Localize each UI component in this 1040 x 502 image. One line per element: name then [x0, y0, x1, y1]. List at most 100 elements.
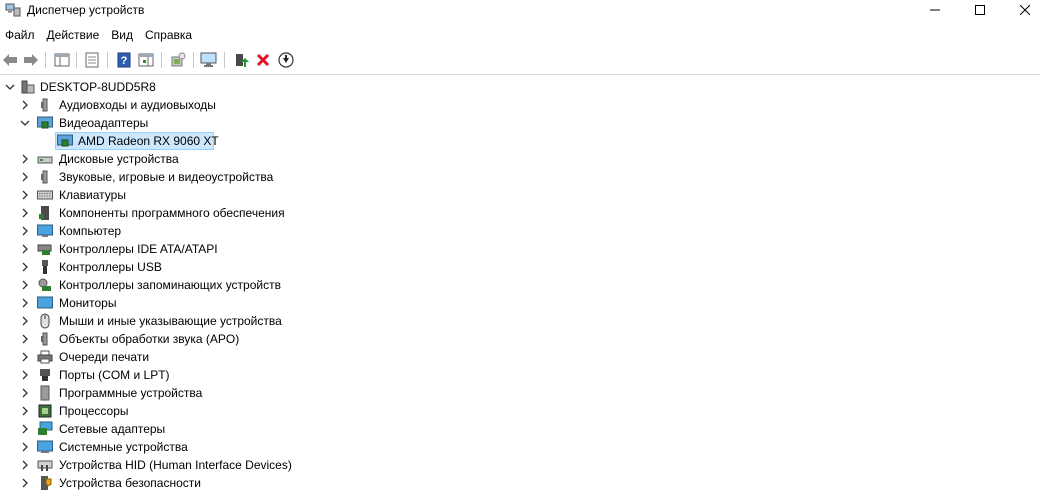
chevron-right-icon[interactable]: [19, 189, 31, 201]
category-label: Сетевые адаптеры: [59, 422, 166, 436]
menu-help[interactable]: Справка: [139, 25, 198, 45]
category-label: Очереди печати: [59, 350, 150, 364]
chevron-right-icon[interactable]: [19, 153, 31, 165]
toolbar-separator: [45, 52, 46, 68]
toolbar-divider: [0, 74, 1040, 75]
back-icon[interactable]: [0, 50, 20, 70]
minimize-button[interactable]: [912, 0, 958, 20]
menu-view[interactable]: Вид: [105, 25, 139, 45]
window-title: Диспетчер устройств: [27, 3, 145, 17]
processor-icon: [37, 403, 53, 419]
chevron-down-icon[interactable]: [19, 117, 31, 129]
tree-category[interactable]: Очереди печати: [0, 348, 400, 366]
scan-hardware-icon[interactable]: [199, 50, 219, 70]
menu-action[interactable]: Действие: [41, 25, 106, 45]
list-view-icon[interactable]: [82, 50, 102, 70]
chevron-right-icon[interactable]: [19, 423, 31, 435]
tree-root[interactable]: DESKTOP-8UDD5R8: [0, 78, 400, 96]
storage-controller-icon: [37, 277, 53, 293]
chevron-right-icon[interactable]: [19, 171, 31, 183]
chevron-right-icon[interactable]: [19, 405, 31, 417]
category-label: Мониторы: [59, 296, 117, 310]
toolbar: ?: [0, 48, 1040, 72]
disable-device-icon[interactable]: [276, 50, 296, 70]
chevron-right-icon[interactable]: [19, 279, 31, 291]
chevron-right-icon[interactable]: [19, 315, 31, 327]
category-label: Устройства HID (Human Interface Devices): [59, 458, 292, 472]
action-pane-icon[interactable]: [136, 50, 156, 70]
toolbar-separator: [193, 52, 194, 68]
category-label: Клавиатуры: [59, 188, 126, 202]
help-icon[interactable]: ?: [114, 50, 134, 70]
usb-icon: [37, 259, 53, 275]
network-adapter-icon: [37, 421, 53, 437]
chevron-down-icon[interactable]: [4, 81, 16, 93]
tree-category[interactable]: Системные устройства: [0, 438, 400, 456]
software-component-icon: [37, 205, 53, 221]
ide-controller-icon: [37, 241, 53, 257]
tree-category[interactable]: Контроллеры IDE ATA/ATAPI: [0, 240, 400, 258]
category-label: Системные устройства: [59, 440, 188, 454]
chevron-right-icon[interactable]: [19, 207, 31, 219]
enable-device-icon[interactable]: [231, 50, 251, 70]
menu-file[interactable]: Файл: [0, 25, 41, 45]
tree-category[interactable]: Звуковые, игровые и видеоустройства: [0, 168, 400, 186]
tree-category[interactable]: Видеоадаптеры: [0, 114, 400, 132]
properties-pane-icon[interactable]: [52, 50, 72, 70]
tree-device[interactable]: AMD Radeon RX 9060 XT: [0, 132, 400, 150]
chevron-right-icon[interactable]: [19, 387, 31, 399]
chevron-right-icon[interactable]: [19, 297, 31, 309]
chevron-right-icon[interactable]: [19, 369, 31, 381]
tree-category[interactable]: Компьютер: [0, 222, 400, 240]
chevron-right-icon[interactable]: [19, 99, 31, 111]
hid-icon: [37, 457, 53, 473]
port-icon: [37, 367, 53, 383]
category-label: Дисковые устройства: [59, 152, 179, 166]
printer-icon: [37, 349, 53, 365]
tree-category[interactable]: Компоненты программного обеспечения: [0, 204, 400, 222]
tree-category[interactable]: Клавиатуры: [0, 186, 400, 204]
toolbar-separator: [161, 52, 162, 68]
category-label: Процессоры: [59, 404, 129, 418]
category-label: Порты (COM и LPT): [59, 368, 170, 382]
category-label: Контроллеры IDE ATA/ATAPI: [59, 242, 218, 256]
tree-category[interactable]: Аудиовходы и аудиовыходы: [0, 96, 400, 114]
chevron-right-icon[interactable]: [19, 333, 31, 345]
maximize-button[interactable]: [957, 0, 1003, 20]
tree-category[interactable]: Мыши и иные указывающие устройства: [0, 312, 400, 330]
tree-category[interactable]: Порты (COM и LPT): [0, 366, 400, 384]
tree-category[interactable]: Дисковые устройства: [0, 150, 400, 168]
close-button[interactable]: [1002, 0, 1040, 20]
tree-category[interactable]: Устройства безопасности: [0, 474, 400, 492]
update-driver-icon[interactable]: [168, 50, 188, 70]
computer-tower-icon: [19, 79, 35, 95]
toolbar-separator: [76, 52, 77, 68]
tree-category[interactable]: Процессоры: [0, 402, 400, 420]
tree-category[interactable]: Программные устройства: [0, 384, 400, 402]
category-label: Программные устройства: [59, 386, 203, 400]
system-device-icon: [37, 439, 53, 455]
chevron-right-icon[interactable]: [19, 477, 31, 489]
chevron-right-icon[interactable]: [19, 261, 31, 273]
chevron-right-icon[interactable]: [19, 243, 31, 255]
chevron-right-icon[interactable]: [19, 459, 31, 471]
tree-category[interactable]: Сетевые адаптеры: [0, 420, 400, 438]
category-label: Устройства безопасности: [59, 476, 201, 490]
speaker-icon: [37, 169, 53, 185]
forward-icon[interactable]: [21, 50, 41, 70]
disk-drive-icon: [37, 151, 53, 167]
tree-category[interactable]: Объекты обработки звука (APO): [0, 330, 400, 348]
tree-category[interactable]: Контроллеры запоминающих устройств: [0, 276, 400, 294]
mouse-icon: [37, 313, 53, 329]
tree-category[interactable]: Мониторы: [0, 294, 400, 312]
tree-category[interactable]: Контроллеры USB: [0, 258, 400, 276]
device-manager-window: Диспетчер устройств Файл Действие Вид Сп…: [0, 0, 1040, 502]
chevron-right-icon[interactable]: [19, 225, 31, 237]
category-label: Компоненты программного обеспечения: [59, 206, 285, 220]
svg-text:?: ?: [121, 55, 128, 67]
uninstall-device-icon[interactable]: [253, 50, 273, 70]
tree-category[interactable]: Устройства HID (Human Interface Devices): [0, 456, 400, 474]
toolbar-separator: [107, 52, 108, 68]
chevron-right-icon[interactable]: [19, 351, 31, 363]
chevron-right-icon[interactable]: [19, 441, 31, 453]
